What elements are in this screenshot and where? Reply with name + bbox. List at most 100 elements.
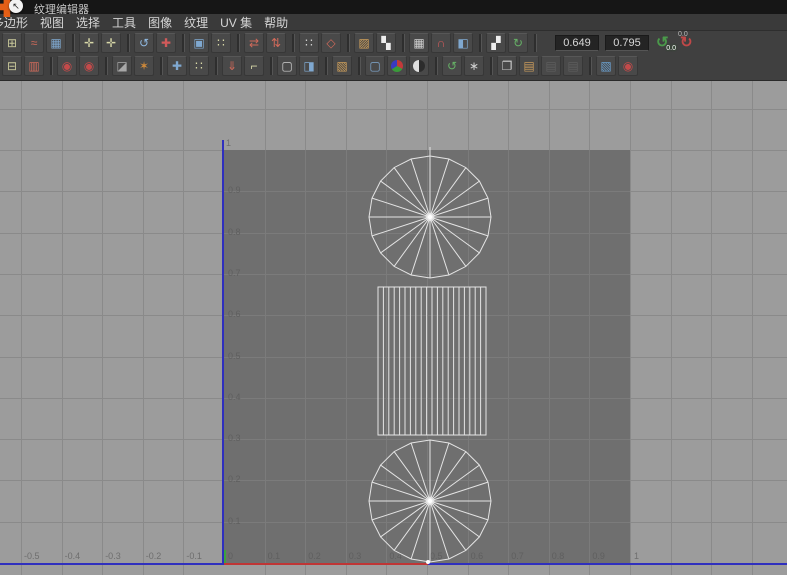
grid-line	[224, 191, 630, 192]
menu-item-4[interactable]: 图像	[142, 13, 178, 32]
toolbar-separator	[72, 34, 75, 52]
toolbar-separator	[50, 57, 53, 75]
toolbar-row-1: ⊞≈▦✛✛↺✚▣∷⇄⇅∷◇▨▚▦∩◧▞↻0.6490.795↺0.0↻0.0	[2, 32, 700, 54]
uv-canvas[interactable]: -0.5-0.4-0.3-0.2-0.100.10.20.30.40.50.60…	[0, 80, 787, 575]
menu-item-7[interactable]: 帮助	[258, 13, 294, 32]
snap-magnet-icon[interactable]: ∩	[431, 33, 451, 53]
grid-line	[711, 80, 712, 575]
toolbar-separator	[402, 34, 405, 52]
menu-bar: 多边形视图选择工具图像纹理UV 集帮助	[0, 14, 787, 31]
edit-image-icon[interactable]: ▧	[332, 56, 352, 76]
grid-line	[102, 80, 103, 575]
u-axis-red-segment	[224, 563, 428, 565]
rotate-ccw-step-icon[interactable]: ◉	[57, 56, 77, 76]
move-uv-shell-tool-icon[interactable]: ▦	[46, 33, 66, 53]
toolbar-row-2: ⊟▥◉◉◪✶✚∷⇓⌐▢◨▧▢↺∗❐▤▤▤▧◉	[2, 55, 640, 77]
app-window-icon: ↖	[0, 0, 27, 27]
unfold-v-icon[interactable]: ⇅	[266, 33, 286, 53]
ruler-label: 1	[226, 139, 231, 148]
menu-item-3[interactable]: 工具	[106, 13, 142, 32]
u-value-field[interactable]: 0.649	[555, 35, 599, 51]
ruler-label: -0.3	[105, 552, 121, 561]
flip-uvs-icon[interactable]: ✚	[156, 33, 176, 53]
toolbar-separator	[589, 57, 592, 75]
toolbar-separator	[105, 57, 108, 75]
alpha-channel-icon[interactable]	[409, 56, 429, 76]
rgb-channels-icon[interactable]	[387, 56, 407, 76]
toolbar-separator	[534, 34, 537, 52]
ruler-label: -0.4	[65, 552, 81, 561]
layout-grid-icon[interactable]: ∷	[211, 33, 231, 53]
grid-line	[671, 80, 672, 575]
rotate-45-icon[interactable]: ◇	[321, 33, 341, 53]
rotate-uvs-ccw-icon[interactable]: ↺	[134, 33, 154, 53]
align-corner-icon[interactable]: ⌐	[244, 56, 264, 76]
menu-item-5[interactable]: 纹理	[178, 13, 214, 32]
copy-uvs-icon[interactable]: ❐	[497, 56, 517, 76]
rotate-value-cw-button[interactable]: ↻0.0	[679, 32, 700, 54]
toolbar: ⊞≈▦✛✛↺✚▣∷⇄⇅∷◇▨▚▦∩◧▞↻0.6490.795↺0.0↻0.0 ⊟…	[0, 31, 787, 81]
paste-uvs-icon[interactable]: ▤	[519, 56, 539, 76]
checker-toggle-icon[interactable]: ▚	[376, 33, 396, 53]
select-shell-lasso-icon[interactable]: ▥	[24, 56, 44, 76]
menu-item-6[interactable]: UV 集	[214, 13, 258, 32]
align-uv-horizontal-icon[interactable]: ✛	[101, 33, 121, 53]
paste-v-disabled-icon[interactable]: ▤	[563, 56, 583, 76]
marquee-select-icon[interactable]: ▢	[277, 56, 297, 76]
checker-cycle-icon[interactable]: ▞	[486, 33, 506, 53]
toolbar-separator	[160, 57, 163, 75]
grid-line	[549, 150, 550, 563]
v-value-field[interactable]: 0.795	[605, 35, 649, 51]
rotate-cw-step-icon[interactable]: ◉	[79, 56, 99, 76]
grid-line	[183, 80, 184, 575]
copy-paste-mode-faces-icon[interactable]: ▧	[596, 56, 616, 76]
unfold-down-icon[interactable]: ⇓	[222, 56, 242, 76]
layout-uvs-icon[interactable]: ▣	[189, 33, 209, 53]
menu-item-2[interactable]: 选择	[70, 13, 106, 32]
paste-u-disabled-icon[interactable]: ▤	[541, 56, 561, 76]
toolbar-separator	[358, 57, 361, 75]
refresh-pixels-icon[interactable]: ↻	[508, 33, 528, 53]
grid-line	[224, 233, 630, 234]
grid-line	[0, 109, 787, 110]
uv-lattice-tool-b-icon[interactable]: ⊟	[2, 56, 22, 76]
grid-line	[630, 80, 631, 575]
toolbar-separator	[479, 34, 482, 52]
grid-line	[589, 150, 590, 563]
toolbar-separator	[270, 57, 273, 75]
toolbar-separator	[237, 34, 240, 52]
flip-diagonal-icon[interactable]: ◪	[112, 56, 132, 76]
overlap-display-icon[interactable]: ◧	[453, 33, 473, 53]
toolbar-separator	[490, 57, 493, 75]
copy-paste-mode-uvs-icon[interactable]: ◉	[618, 56, 638, 76]
unfold-u-icon[interactable]: ⇄	[244, 33, 264, 53]
ruler-label: 1	[634, 552, 639, 561]
grid-line	[468, 150, 469, 563]
grid-line	[224, 315, 630, 316]
orient-shells-icon[interactable]: ✶	[134, 56, 154, 76]
grid-line	[224, 357, 630, 358]
arrow-cursor-icon: ↖	[9, 0, 23, 13]
toolbar-separator	[347, 34, 350, 52]
spread-shells-icon[interactable]: ∷	[189, 56, 209, 76]
ruler-label: -0.1	[186, 552, 202, 561]
snap-corner-icon[interactable]: ∷	[299, 33, 319, 53]
uv-snapshot-icon[interactable]: ▨	[354, 33, 374, 53]
pixel-snap-icon[interactable]: ∗	[464, 56, 484, 76]
v-axis-green-tick	[224, 550, 226, 563]
stack-shells-icon[interactable]: ✚	[167, 56, 187, 76]
align-uv-vertical-icon[interactable]: ✛	[79, 33, 99, 53]
image-display-icon[interactable]: ▢	[365, 56, 385, 76]
uv-smudge-tool-icon[interactable]: ≈	[24, 33, 44, 53]
texture-borders-icon[interactable]: ◨	[299, 56, 319, 76]
menu-item-1[interactable]: 视图	[34, 13, 70, 32]
ruler-label: -0.2	[146, 552, 162, 561]
grid-line	[21, 80, 22, 575]
grid-toggle-icon[interactable]: ▦	[409, 33, 429, 53]
grid-line	[143, 80, 144, 575]
rotate-value-ccw-button[interactable]: ↺0.0	[655, 32, 676, 54]
swap-uv-icon[interactable]: ↺	[442, 56, 462, 76]
ruler-label: -0.5	[24, 552, 40, 561]
toolbar-separator	[325, 57, 328, 75]
uv-lattice-tool-icon[interactable]: ⊞	[2, 33, 22, 53]
